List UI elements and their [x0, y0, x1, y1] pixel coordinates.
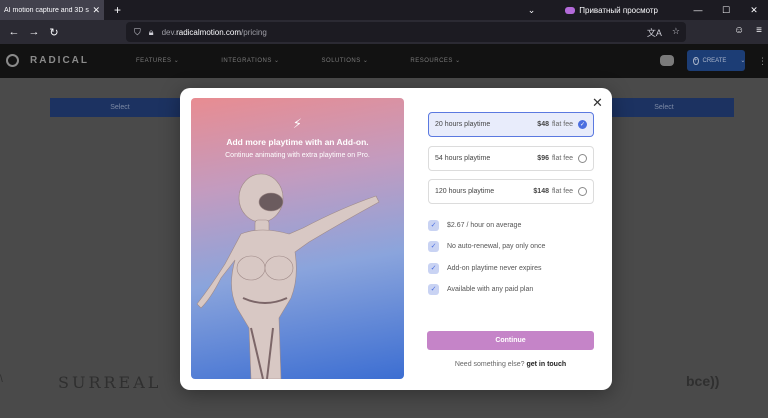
plan-fee-label: flat fee — [551, 121, 573, 128]
site-header: RADICAL FEATURES ⌄ INTEGRATIONS ⌄ SOLUTI… — [0, 44, 768, 78]
radical-logo-icon — [6, 54, 19, 67]
nav-solutions[interactable]: SOLUTIONS ⌄ — [322, 57, 369, 64]
more-icon[interactable]: ⋮ — [758, 56, 767, 67]
feature-item: ✓ No auto-renewal, pay only once — [428, 240, 545, 252]
plan-name: 120 hours playtime — [435, 188, 495, 195]
plan-name: 20 hours playtime — [435, 121, 491, 128]
feature-item: ✓ Add-on playtime never expires — [428, 262, 542, 274]
hero-title: Add more playtime with an Add-on. — [226, 137, 369, 147]
lightning-icon: ⚡ — [292, 116, 303, 131]
chevron-down-icon: ⌄ — [740, 58, 746, 64]
toolbar-right: ☺ ≡ — [734, 25, 762, 36]
check-icon: ✓ — [428, 240, 439, 252]
check-icon: ✓ — [428, 219, 439, 231]
get-in-touch-link[interactable]: get in touch — [526, 361, 566, 368]
tab-title: AI motion capture and 3D scen — [4, 6, 89, 14]
private-browsing-label: Приватный просмотр — [579, 5, 658, 15]
check-icon: ✓ — [428, 283, 439, 295]
list-tabs-icon[interactable]: ⌄ — [528, 5, 536, 16]
private-mask-icon — [565, 6, 576, 14]
site-logo[interactable]: RADICAL — [30, 55, 89, 66]
radio-checked-icon[interactable]: ✓ — [578, 120, 587, 129]
new-tab-button[interactable]: + — [114, 3, 121, 17]
bookmark-star-icon[interactable]: ☆ — [672, 26, 680, 39]
plan-price: $96 — [537, 155, 549, 162]
partner-logo-bce: bce)) — [686, 373, 720, 389]
plan-fee-label: flat fee — [551, 188, 573, 195]
browser-tab[interactable]: AI motion capture and 3D scen ✕ — [0, 0, 104, 20]
feature-text: Add-on playtime never expires — [447, 264, 542, 272]
feature-text: No auto-renewal, pay only once — [447, 242, 546, 250]
address-bar[interactable]: ⛉ 🔒︎ dev.radicalmotion.com/pricing 文A ☆ — [126, 22, 686, 42]
help-text: Need something else? get in touch — [427, 361, 594, 368]
feature-text: Available with any paid plan — [447, 285, 534, 293]
feature-item: ✓ $2.67 / hour on average — [428, 219, 521, 231]
check-icon: ✓ — [428, 262, 439, 274]
addon-hero-panel: ⚡ Add more playtime with an Add-on. Cont… — [191, 98, 404, 379]
url-text: dev.radicalmotion.com/pricing — [161, 27, 267, 37]
account-icon[interactable]: ☺ — [734, 25, 744, 36]
radio-unchecked-icon[interactable] — [578, 154, 587, 163]
continue-button[interactable]: Continue — [427, 331, 594, 350]
nav-features[interactable]: FEATURES ⌄ — [136, 57, 179, 64]
plan-price: $48 — [537, 121, 549, 128]
select-plan-button-left[interactable]: Select — [50, 98, 190, 117]
hero-subtitle: Continue animating with extra playtime o… — [225, 152, 370, 159]
plan-price: $148 — [533, 188, 549, 195]
addon-modal: ⚡ Add more playtime with an Add-on. Cont… — [180, 88, 612, 390]
plan-option-20-hours[interactable]: 20 hours playtime $48 flat fee ✓ — [428, 112, 594, 137]
feature-item: ✓ Available with any paid plan — [428, 283, 533, 295]
browser-tab-bar: AI motion capture and 3D scen ✕ + ⌄ Прив… — [0, 0, 768, 20]
partner-logo-surreal: SURREAL — [58, 373, 162, 392]
nav-integrations[interactable]: INTEGRATIONS ⌄ — [221, 57, 279, 64]
partner-logo-left: \ — [0, 374, 3, 385]
plan-fee-label: flat fee — [551, 155, 573, 162]
shield-icon[interactable]: ⛉ — [134, 27, 141, 38]
minimize-button[interactable]: — — [684, 5, 712, 15]
lock-icon[interactable]: 🔒︎ — [149, 27, 154, 38]
maximize-button[interactable]: ☐ — [712, 5, 740, 16]
plus-icon: + — [693, 56, 699, 65]
back-button[interactable]: ← — [4, 26, 24, 38]
app-menu-icon[interactable]: ≡ — [756, 25, 762, 36]
nav-resources[interactable]: RESOURCES ⌄ — [410, 57, 460, 64]
select-plan-button-right[interactable]: Select — [594, 98, 734, 117]
site-nav: FEATURES ⌄ INTEGRATIONS ⌄ SOLUTIONS ⌄ RE… — [136, 57, 503, 64]
reload-button[interactable]: ↻ — [44, 26, 64, 39]
browser-nav-bar: ← → ↻ ⛉ 🔒︎ dev.radicalmotion.com/pricing… — [0, 20, 768, 44]
help-prompt: Need something else? — [454, 361, 525, 368]
tab-bar-right: ⌄ Приватный просмотр — ☐ ✕ — [528, 0, 768, 20]
feature-text: $2.67 / hour on average — [447, 221, 522, 229]
robot-figure-image — [196, 173, 380, 379]
close-window-button[interactable]: ✕ — [740, 5, 768, 16]
tab-close-icon[interactable]: ✕ — [92, 5, 100, 16]
forward-button[interactable]: → — [24, 26, 44, 38]
radio-unchecked-icon[interactable] — [578, 187, 587, 196]
translate-icon[interactable]: 文A — [647, 26, 662, 39]
plan-name: 54 hours playtime — [435, 155, 491, 162]
plan-option-54-hours[interactable]: 54 hours playtime $96 flat fee — [428, 146, 594, 171]
private-browsing-indicator: Приватный просмотр — [565, 6, 658, 15]
close-modal-button[interactable]: ✕ — [592, 95, 603, 111]
plan-option-120-hours[interactable]: 120 hours playtime $148 flat fee — [428, 179, 594, 204]
discord-icon[interactable] — [660, 55, 674, 66]
address-bar-actions: 文A ☆ — [647, 26, 680, 39]
create-label: CREATE — [702, 57, 727, 64]
create-button[interactable]: + CREATE ⌄ — [687, 50, 745, 71]
